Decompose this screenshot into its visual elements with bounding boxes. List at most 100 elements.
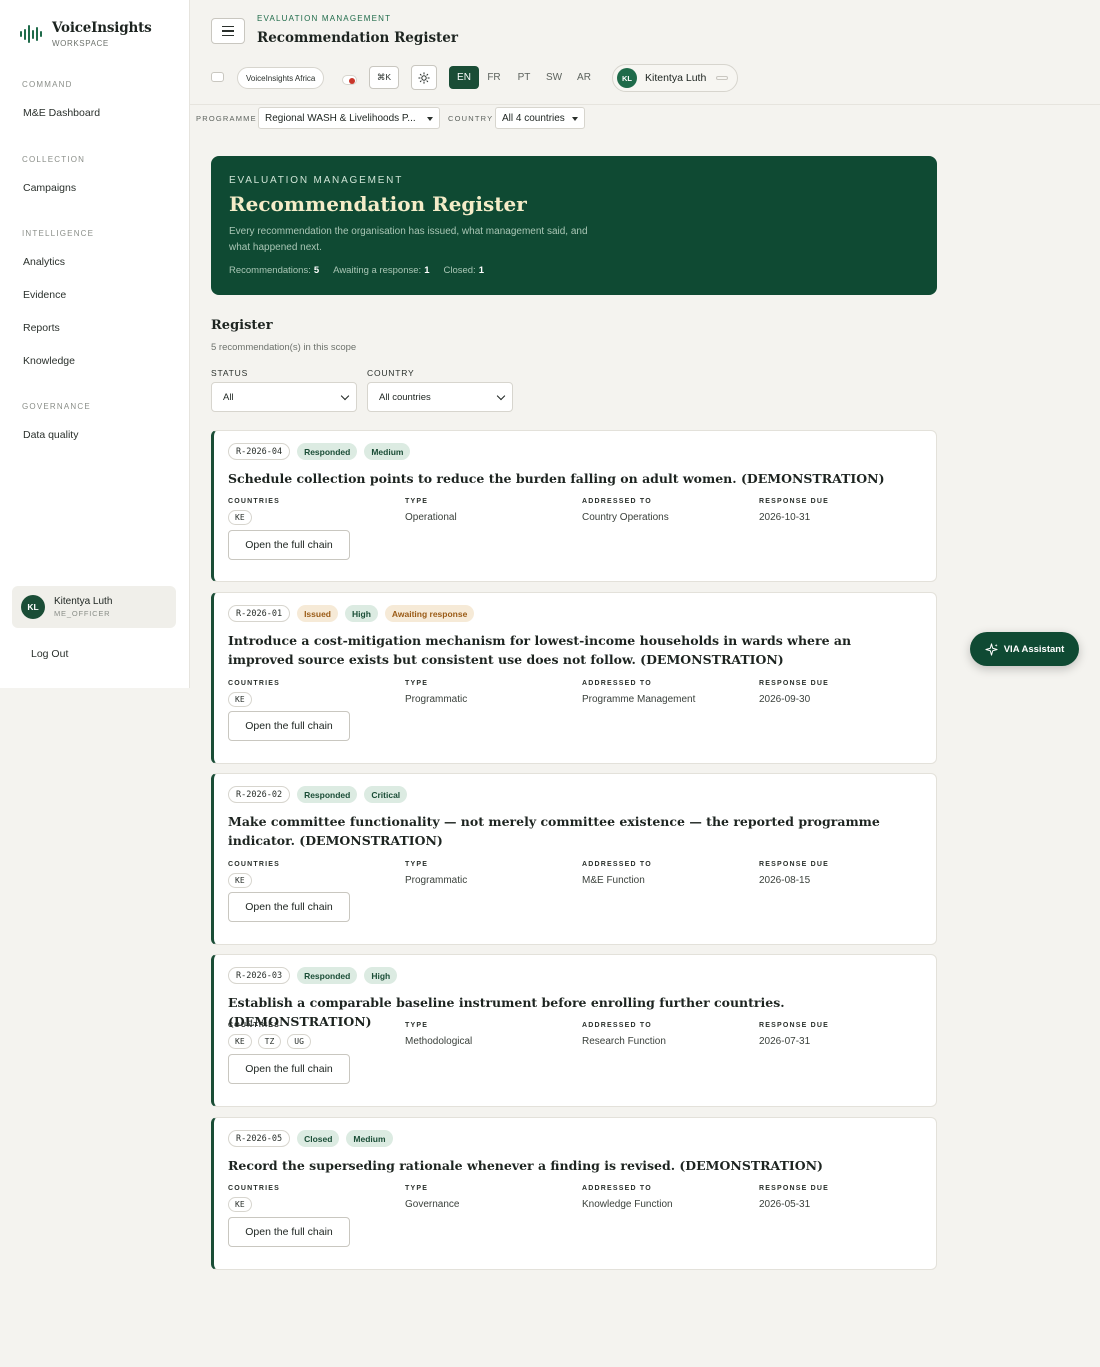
country-code-chip: KE xyxy=(228,510,252,525)
meta-label: RESPONSE DUE xyxy=(759,680,830,687)
programme-value: Regional WASH & Livelihoods P... xyxy=(265,112,416,124)
lang-ar[interactable]: AR xyxy=(569,66,599,89)
open-full-chain-button[interactable]: Open the full chain xyxy=(228,1054,350,1084)
response-due-value: 2026-05-31 xyxy=(759,1199,811,1210)
caret-down-icon xyxy=(572,117,578,121)
stat-closed: Closed: 1 xyxy=(443,265,484,276)
page-eyebrow: EVALUATION MANAGEMENT xyxy=(257,14,392,23)
lang-en[interactable]: EN xyxy=(449,66,479,89)
card-tags: R-2026-03 Responded High xyxy=(228,967,398,984)
sidebar: VoiceInsights WORKSPACE COMMAND M&E Dash… xyxy=(0,0,190,688)
avatar: KL xyxy=(617,68,637,88)
open-full-chain-button[interactable]: Open the full chain xyxy=(228,530,350,560)
recommendation-title: Schedule collection points to reduce the… xyxy=(228,471,885,486)
country-codes: KE TZ UG xyxy=(228,1034,311,1049)
status-badge: Responded xyxy=(297,967,358,984)
card-tags: R-2026-05 Closed Medium xyxy=(228,1130,393,1147)
country-value: All 4 countries xyxy=(502,112,565,124)
sidebar-item-analytics[interactable]: Analytics xyxy=(23,256,65,268)
hero-title: Recommendation Register xyxy=(229,192,527,216)
sidebar-item-reports[interactable]: Reports xyxy=(23,322,60,334)
meta-addressed-to: ADDRESSED TO M&E Function xyxy=(582,861,652,886)
country-code-chip: KE xyxy=(228,1197,252,1212)
meta-response-due: RESPONSE DUE 2026-10-31 xyxy=(759,498,829,523)
command-palette-button[interactable]: ⌘K xyxy=(369,66,399,89)
country-codes: KE xyxy=(228,692,280,707)
programme-select[interactable]: Regional WASH & Livelihoods P... xyxy=(258,107,440,129)
status-badge: Medium xyxy=(346,1130,393,1147)
status-badge: Awaiting response xyxy=(384,605,475,622)
meta-response-due: RESPONSE DUE 2026-08-15 xyxy=(759,861,829,886)
country-code-chip: UG xyxy=(287,1034,311,1049)
country-filter-select[interactable]: All countries xyxy=(367,382,513,412)
lang-sw[interactable]: SW xyxy=(539,66,569,89)
hamburger-icon xyxy=(222,25,234,28)
assistant-button[interactable]: VIA Assistant xyxy=(970,632,1079,666)
sidebar-item-data-quality[interactable]: Data quality xyxy=(23,429,78,441)
menu-toggle-button[interactable] xyxy=(211,18,245,44)
chevron-down-icon xyxy=(340,391,350,401)
type-value: Programmatic xyxy=(405,875,468,886)
select-checkbox[interactable] xyxy=(211,72,224,82)
user-menu[interactable]: KL Kitentya Luth xyxy=(612,64,738,92)
meta-type: TYPE Governance xyxy=(405,1185,459,1210)
addressed-to-value: Research Function xyxy=(582,1036,666,1047)
meta-addressed-to: ADDRESSED TO Programme Management xyxy=(582,680,695,705)
org-switcher[interactable]: VoiceInsights Africa xyxy=(237,67,325,89)
sidebar-item-evidence[interactable]: Evidence xyxy=(23,289,66,301)
response-due-value: 2026-07-31 xyxy=(759,1036,811,1047)
sidebar-item-campaigns[interactable]: Campaigns xyxy=(23,182,76,194)
recording-indicator-icon[interactable] xyxy=(342,75,357,85)
country-filter-label: COUNTRY xyxy=(367,368,415,378)
country-select[interactable]: All 4 countries xyxy=(495,107,585,129)
sidebar-item-me-dashboard[interactable]: M&E Dashboard xyxy=(23,107,100,119)
recommendation-card: R-2026-02 Responded Critical Make committe… xyxy=(211,773,937,945)
sidebar-user-card[interactable]: KL Kitentya Luth ME_OFFICER xyxy=(12,586,176,628)
open-full-chain-button[interactable]: Open the full chain xyxy=(228,892,350,922)
lang-fr[interactable]: FR xyxy=(479,66,509,89)
status-filter-select[interactable]: All xyxy=(211,382,357,412)
toggle-icon xyxy=(716,76,729,80)
meta-label: RESPONSE DUE xyxy=(759,1022,830,1029)
logout-link[interactable]: Log Out xyxy=(31,648,68,660)
sidebar-item-knowledge[interactable]: Knowledge xyxy=(23,355,75,367)
country-codes: KE xyxy=(228,873,280,888)
sparkle-icon xyxy=(985,642,998,656)
stat-recommendations: Recommendations: 5 xyxy=(229,265,320,276)
meta-countries: COUNTRIES KE xyxy=(228,680,280,707)
recommendation-title: Record the superseding rationale wheneve… xyxy=(228,1158,823,1173)
addressed-to-value: Country Operations xyxy=(582,512,669,523)
status-badge: Responded xyxy=(297,786,358,803)
meta-label: COUNTRIES xyxy=(228,1185,281,1192)
meta-label: COUNTRIES xyxy=(228,1022,281,1029)
meta-label: TYPE xyxy=(405,680,429,687)
meta-response-due: RESPONSE DUE 2026-05-31 xyxy=(759,1185,829,1210)
meta-countries: COUNTRIES KE xyxy=(228,861,280,888)
meta-response-due: RESPONSE DUE 2026-09-30 xyxy=(759,680,829,705)
open-full-chain-button[interactable]: Open the full chain xyxy=(228,711,350,741)
open-full-chain-button[interactable]: Open the full chain xyxy=(228,1217,350,1247)
lang-pt[interactable]: PT xyxy=(509,66,539,89)
recommendation-id: R-2026-02 xyxy=(228,786,291,803)
country-codes: KE xyxy=(228,1197,280,1212)
country-filter-value: All countries xyxy=(379,391,431,403)
meta-label: TYPE xyxy=(405,1022,429,1029)
soundwave-logo-icon xyxy=(20,20,42,48)
theme-toggle-button[interactable] xyxy=(411,65,437,90)
stat-awaiting: Awaiting a response: 1 xyxy=(333,265,430,276)
recommendation-card: R-2026-03 Responded High Establish a compa… xyxy=(211,954,937,1107)
country-code-chip: KE xyxy=(228,1034,252,1049)
register-subtitle: 5 recommendation(s) in this scope xyxy=(211,342,357,353)
recommendation-id: R-2026-01 xyxy=(228,605,291,622)
country-code-chip: KE xyxy=(228,692,252,707)
chevron-down-icon xyxy=(496,391,506,401)
recommendation-title: Introduce a cost-mitigation mechanism fo… xyxy=(228,633,852,667)
meta-type: TYPE Operational xyxy=(405,498,457,523)
hero-stats: Recommendations: 5 Awaiting a response: 1 … xyxy=(229,265,919,276)
recommendation-card: R-2026-01 Issued High Awaiting response Int… xyxy=(211,592,937,764)
meta-label: RESPONSE DUE xyxy=(759,498,830,505)
meta-countries: COUNTRIES KE xyxy=(228,1185,280,1212)
brand[interactable]: VoiceInsights WORKSPACE xyxy=(20,20,152,48)
status-badge: High xyxy=(345,605,378,622)
response-due-value: 2026-09-30 xyxy=(759,694,811,705)
